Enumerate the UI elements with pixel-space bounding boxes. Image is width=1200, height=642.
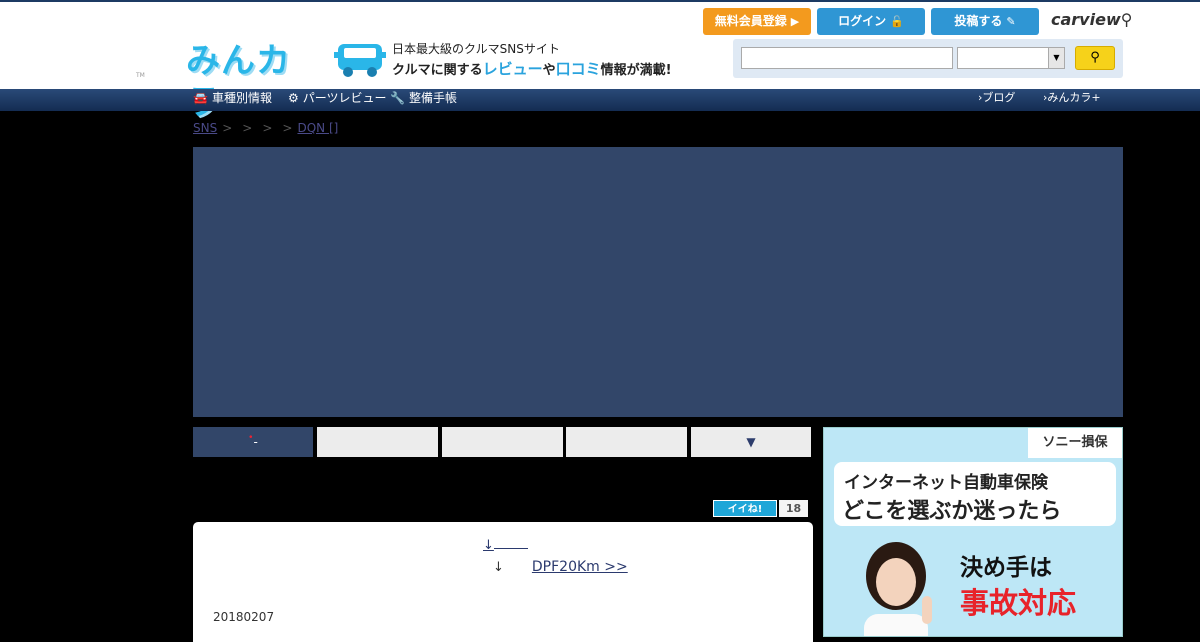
chevron-down-icon: ▼ [1048,48,1064,68]
nav-item-minkara-plus[interactable]: ›みんカラ+ [1043,89,1101,111]
post-button[interactable]: 投稿する ✎ [931,8,1039,35]
tagline-ya: や [542,63,556,78]
main-nav: 🚘 車種別情報 ⚙ パーツレビュー 🔧 整備手帳 ›ブログ ›みんカラ+ [0,89,1200,111]
ad-line2: どこを選ぶか迷ったら [842,499,1062,524]
gear-icon: ⚙ [288,91,299,105]
nav-item-label: みんカラ+ [1047,91,1101,104]
tagline-part2: 情報が満載! [600,63,672,78]
tagline-review: レビュー [482,60,543,78]
next-post-link[interactable]: DPF20Km >> [532,559,628,575]
signup-button[interactable]: 無料会員登録 ▶ [703,8,811,35]
prev-arrow[interactable]: ↓ [483,538,494,553]
tagline-main: クルマに関するレビューや口コミ情報が満載! [392,58,672,79]
tagline-kuchikomi: 口コミ [555,60,601,78]
site-header: みんカラ TM 日本最大級のクルマSNSサイト クルマに関するレビューや口コミ情… [0,2,1200,123]
carlife-car-icon [334,38,386,80]
login-label: ログイン [838,14,887,28]
breadcrumb-link-current[interactable]: DQN [] [297,121,338,135]
triangle-down-icon: ▼ [746,435,756,449]
wrench-icon: 🔧 [390,91,405,105]
search-panel: ▼ ⚲ [733,39,1123,78]
minkara-logo[interactable]: みんカラ [186,40,320,123]
prev-link-underline [493,539,528,549]
ad-line3: 決め手は [960,555,1052,581]
nav-item-parts-review[interactable]: ⚙ パーツレビュー [288,89,387,111]
ad-banner[interactable] [193,147,1123,417]
iine-count: 18 [779,500,808,517]
breadcrumb: SNS > > > > DQN [] [193,121,338,135]
breadcrumb-separator: > [242,121,253,135]
login-button[interactable]: ログイン 🔓 [817,8,925,35]
breadcrumb-separator: > [262,121,273,135]
ad-model-image [864,542,932,636]
breadcrumb-separator: > [222,121,233,135]
sony-brand-text: ソニー損保 [1042,435,1108,450]
side-ad-sony-insurance[interactable]: ソニー損保 インターネット自動車保険 どこを選ぶか迷ったら 決め手は 事故対応 [823,427,1123,637]
search-button[interactable]: ⚲ [1075,46,1115,70]
tagline-part1: クルマに関する [392,63,483,78]
tagline-top: 日本最大級のクルマSNSサイト [392,42,560,56]
search-icon: ⚲ [1090,50,1100,65]
ad-speech-bubble: インターネット自動車保険 どこを選ぶか迷ったら [834,462,1116,526]
tab-label: - [253,435,258,449]
iine-label: イイね! [727,504,763,515]
signup-label: 無料会員登録 [714,14,787,28]
nav-item-label: ブログ [982,91,1016,104]
carview-text: carview [1051,10,1121,29]
next-post-line: ↓ DPF20Km >> [493,559,628,575]
new-dot-icon: • [248,433,254,443]
post-content: ↓ ↓ DPF20Km >> 20180207 [193,522,813,642]
nav-item-label: 車種別情報 [211,91,272,105]
search-category-select[interactable]: ▼ [957,47,1065,69]
breadcrumb-link-sns[interactable]: SNS [193,121,217,135]
iine-button[interactable]: イイね! [713,500,777,517]
pen-icon: ✎ [1006,15,1016,28]
car-icon: 🚘 [193,91,208,105]
unlock-icon: 🔓 [890,15,904,28]
tab-4[interactable] [566,427,687,457]
play-icon: ▶ [790,15,800,28]
prev-post-link[interactable]: ↓ [483,538,528,553]
down-arrow-icon: ↓ [493,560,504,575]
tab-3[interactable] [442,427,563,457]
breadcrumb-separator: > [282,121,293,135]
post-label: 投稿する [954,14,1003,28]
logo-text: みんカラ [186,41,291,123]
tab-more[interactable]: ▼ [691,427,811,457]
nav-item-car-info[interactable]: 🚘 車種別情報 [193,89,272,111]
nav-item-label: 整備手帳 [408,91,457,105]
logo-trademark: TM [136,72,145,79]
tab-2[interactable] [317,427,438,457]
ad-line4: 事故対応 [960,586,1077,620]
search-input[interactable] [741,47,953,69]
tab-active[interactable]: •- [193,427,313,457]
nav-item-label: パーツレビュー [302,91,387,105]
ad-line1: インターネット自動車保険 [844,473,1048,493]
post-date: 20180207 [213,610,275,624]
profile-tabs: •- ▼ [193,427,811,457]
nav-item-maintenance[interactable]: 🔧 整備手帳 [390,89,457,111]
nav-item-blog[interactable]: ›ブログ [978,89,1015,111]
sony-brand-logo: ソニー損保 [1028,428,1122,458]
carview-logo[interactable]: carview⚲ [1051,10,1132,29]
carview-drop-icon: ⚲ [1120,10,1133,29]
